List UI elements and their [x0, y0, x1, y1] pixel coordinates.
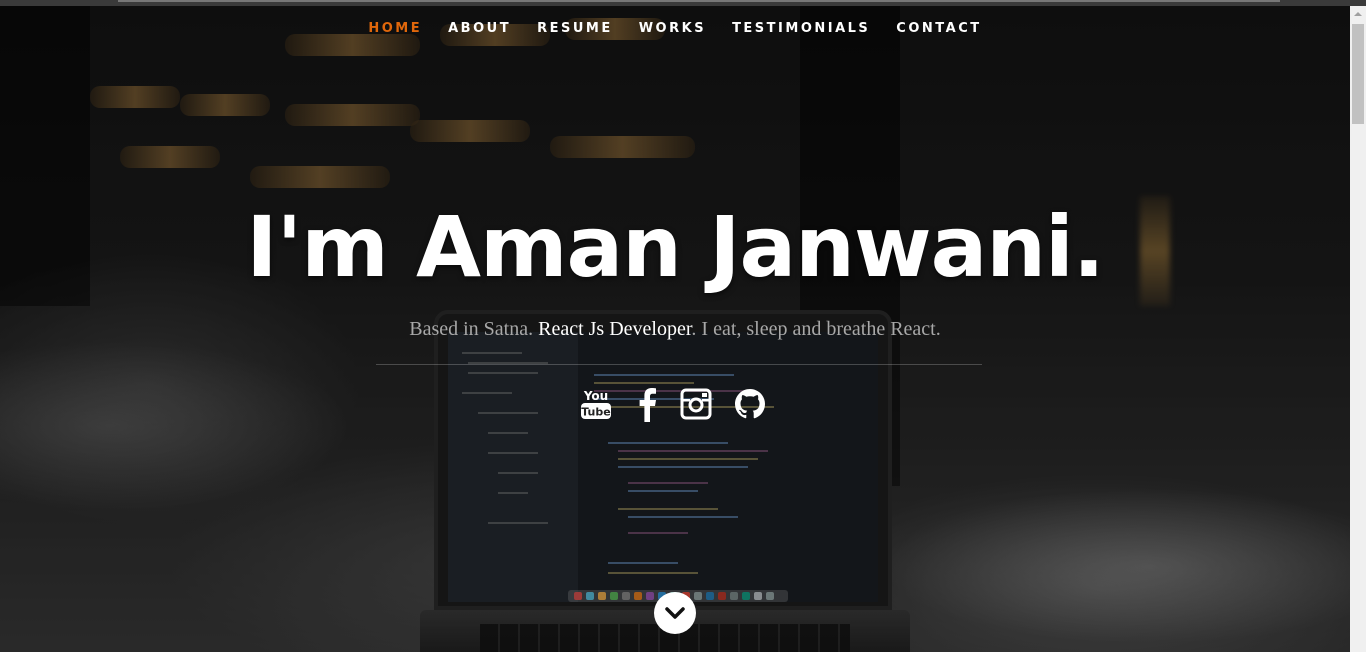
nav-works[interactable]: WORKS: [626, 20, 719, 38]
scroll-down-button[interactable]: [654, 592, 696, 634]
nav-home[interactable]: HOME: [355, 20, 435, 38]
page-scrollbar[interactable]: [1350, 6, 1366, 652]
hero-tagline: Based in Satna. React Js Developer. I ea…: [0, 316, 1350, 342]
svg-text:Tube: Tube: [581, 406, 610, 419]
nav-about[interactable]: ABOUT: [435, 20, 524, 38]
hero-headline: I'm Aman Janwani.: [246, 198, 1105, 296]
hero-divider: [376, 364, 982, 365]
browser-viewport: HOME ABOUT RESUME WORKS TESTIMONIALS CON…: [0, 0, 1366, 652]
nav-testimonials[interactable]: TESTIMONIALS: [719, 20, 883, 38]
instagram-icon[interactable]: [678, 386, 714, 422]
tagline-prefix: Based in Satna.: [409, 318, 539, 340]
youtube-icon[interactable]: You Tube: [578, 386, 614, 422]
github-icon[interactable]: [732, 386, 768, 422]
nav-contact[interactable]: CONTACT: [883, 20, 994, 38]
tagline-suffix: . I eat, sleep and breathe React.: [691, 318, 941, 340]
top-edge-line: [118, 0, 1280, 2]
scroll-up-arrow-icon[interactable]: [1350, 6, 1366, 22]
svg-text:You: You: [583, 389, 608, 403]
main-nav: HOME ABOUT RESUME WORKS TESTIMONIALS CON…: [0, 20, 1350, 38]
facebook-icon[interactable]: [630, 386, 666, 422]
scrollbar-thumb[interactable]: [1352, 24, 1364, 124]
tagline-role: React Js Developer: [538, 318, 692, 340]
chevron-down-icon: [665, 607, 685, 619]
nav-resume[interactable]: RESUME: [524, 20, 626, 38]
social-links: You Tube: [578, 386, 778, 426]
